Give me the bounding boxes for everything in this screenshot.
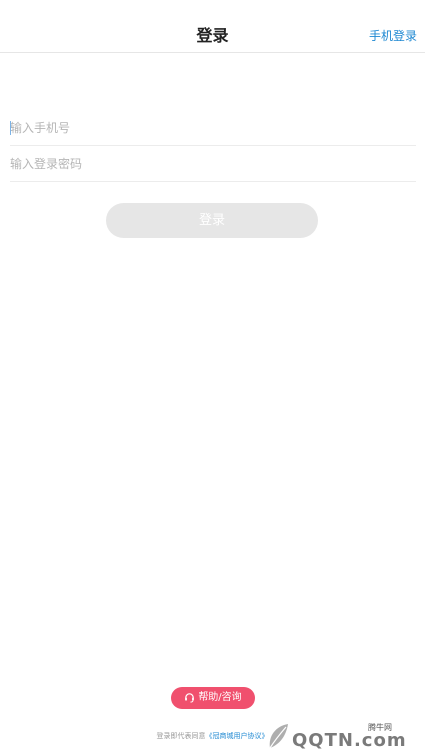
user-agreement-link[interactable]: 《冠商城用户协议》	[206, 732, 269, 740]
watermark-brand: QQTN.com	[292, 730, 407, 751]
help-button[interactable]: 帮助/咨询	[171, 687, 255, 709]
leaf-logo-icon	[266, 722, 290, 754]
headset-icon	[184, 692, 195, 703]
help-label: 帮助/咨询	[198, 692, 242, 703]
phone-login-link[interactable]: 手机登录	[369, 27, 417, 44]
phone-input[interactable]	[10, 111, 416, 146]
page-title: 登录	[196, 26, 229, 45]
header-bar: 登录 手机登录	[0, 0, 425, 53]
login-button[interactable]: 登录	[106, 203, 318, 238]
text-caret	[10, 121, 11, 135]
watermark: 腾牛网 QQTN.com	[262, 716, 422, 754]
password-input[interactable]	[10, 147, 416, 182]
agreement-prefix: 登录即代表同意	[156, 732, 206, 740]
